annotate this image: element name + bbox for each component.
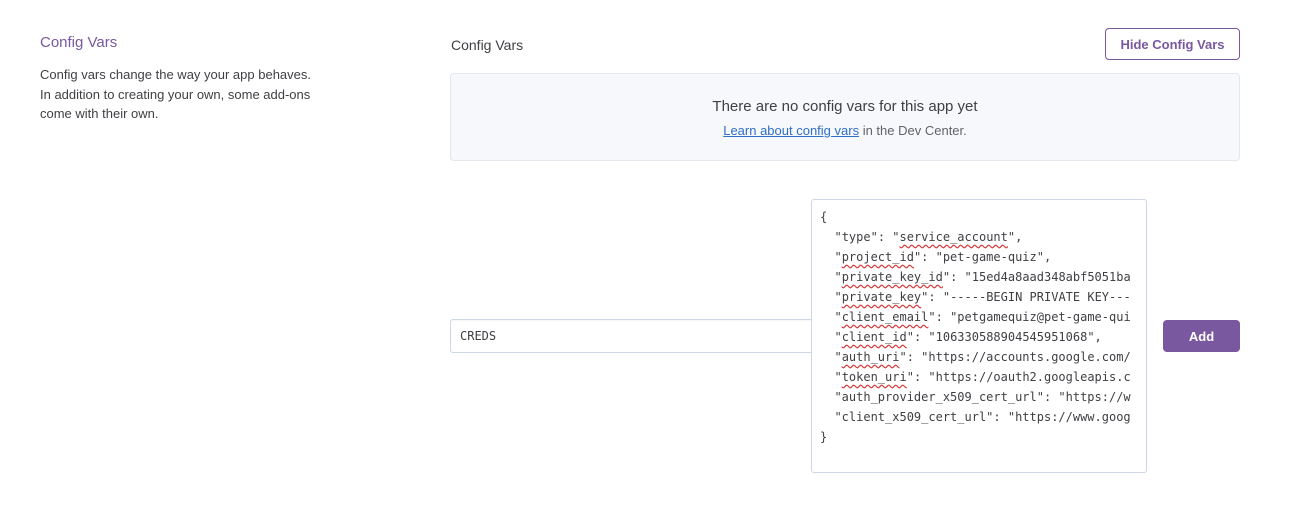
code-line: "token_uri": "https://oauth2.googleapis.… (820, 370, 1131, 384)
code-line: "auth_provider_x509_cert_url": "https://… (820, 390, 1131, 404)
code-line: "auth_uri": "https://accounts.google.com… (820, 350, 1131, 364)
config-key-input[interactable]: CREDS (450, 319, 813, 353)
empty-state-suffix: in the Dev Center. (859, 123, 967, 138)
sidebar-title: Config Vars (40, 34, 118, 51)
empty-state-panel: There are no config vars for this app ye… (450, 73, 1240, 161)
code-line: "private_key": "-----BEGIN PRIVATE KEY--… (820, 290, 1131, 304)
code-line: "type": "service_account", (820, 230, 1023, 244)
empty-state-title: There are no config vars for this app ye… (712, 98, 978, 115)
code-line: } (820, 430, 828, 444)
learn-config-vars-link[interactable]: Learn about config vars (723, 123, 859, 138)
code-line: "private_key_id": "15ed4a8aad348abf5051b… (820, 270, 1131, 284)
config-vars-heading: Config Vars (451, 37, 524, 53)
config-value-text: { "type": "service_account", "project_id… (812, 200, 1146, 447)
code-line: "client_id": "106330588904545951068", (820, 330, 1102, 344)
code-line: { (820, 210, 828, 224)
config-value-textarea[interactable]: { "type": "service_account", "project_id… (811, 199, 1147, 473)
code-line: "project_id": "pet-game-quiz", (820, 250, 1052, 264)
code-line: "client_x509_cert_url": "https://www.goo… (820, 410, 1131, 424)
add-button[interactable]: Add (1163, 320, 1240, 352)
hide-config-vars-button[interactable]: Hide Config Vars (1105, 28, 1240, 60)
sidebar-description: Config vars change the way your app beha… (40, 67, 312, 121)
empty-state-subtitle: Learn about config vars in the Dev Cente… (451, 123, 1239, 138)
code-line: "client_email": "petgamequiz@pet-game-qu… (820, 310, 1131, 324)
